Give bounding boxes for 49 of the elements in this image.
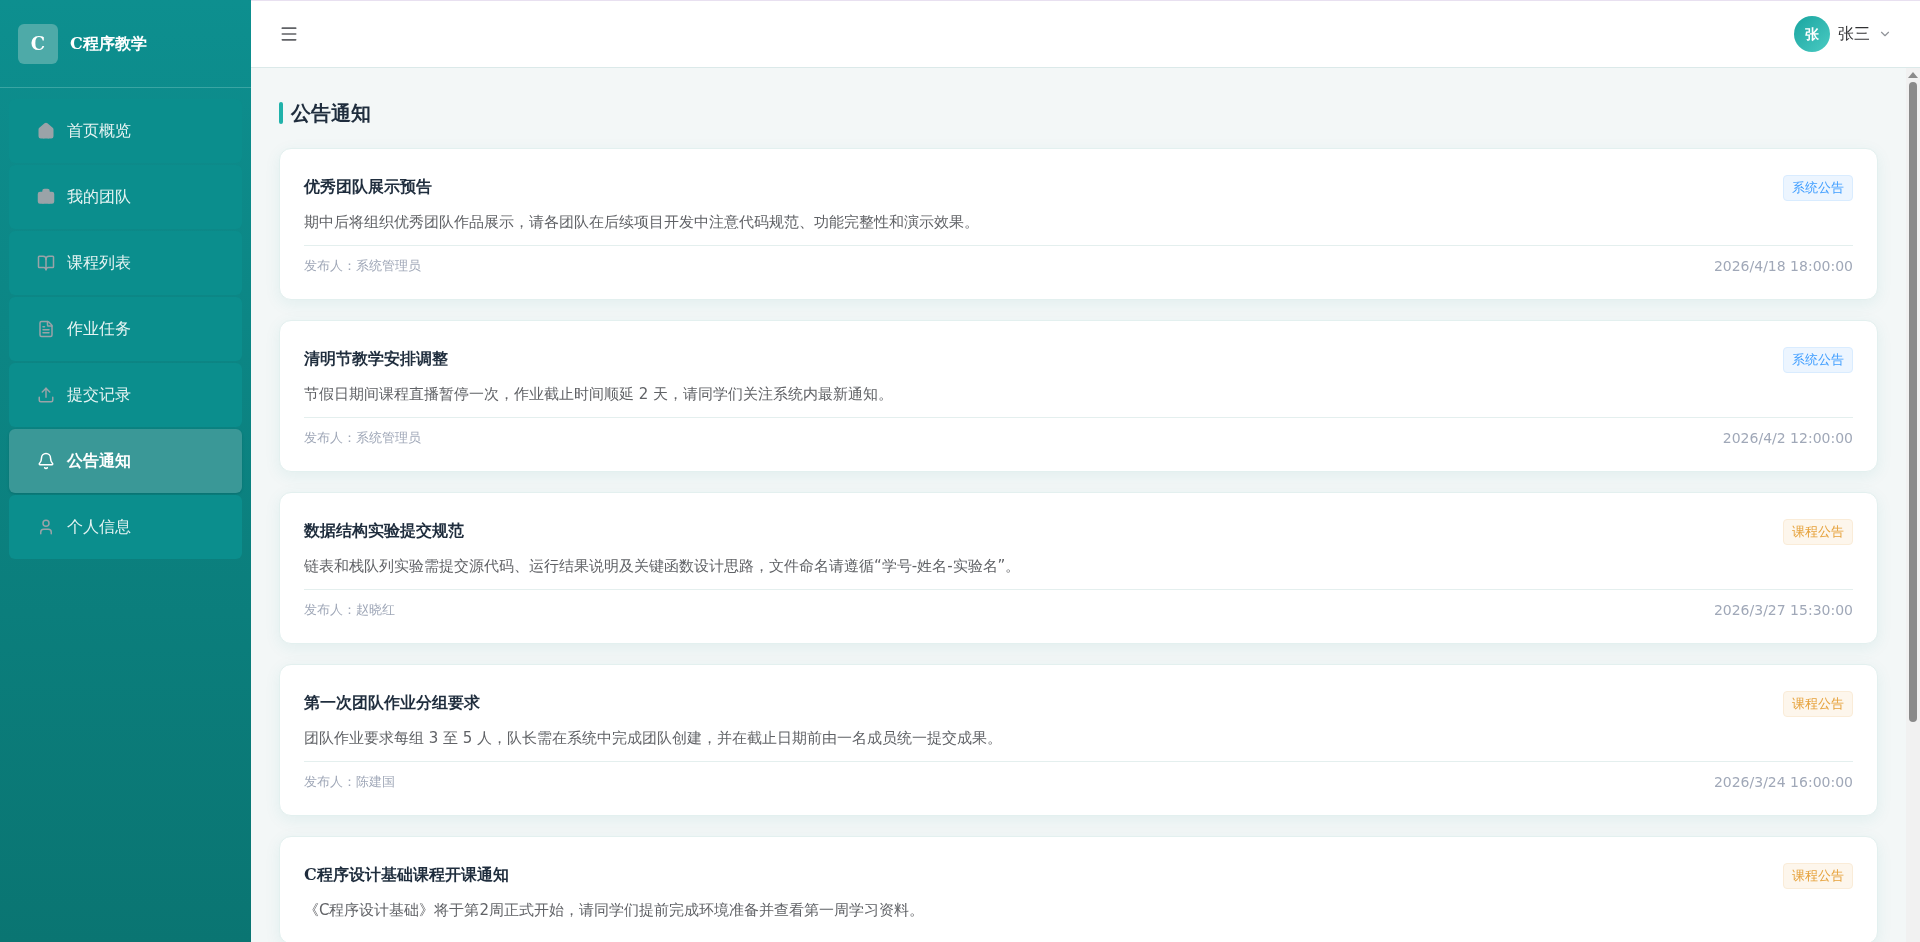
category-tag: 课程公告 (1783, 519, 1853, 545)
scrollbar[interactable] (1906, 68, 1920, 942)
app-name: C程序教学 (70, 32, 147, 55)
briefcase-icon (37, 188, 55, 206)
logo-badge: C (18, 23, 58, 64)
notice-card[interactable]: 数据结构实验提交规范 课程公告 链表和栈队列实验需提交源代码、运行结果说明及关键函数设计思路，文件命名请遵循“学号-姓名-实验名”。 发布人：赵晓红 2026/3/27 15:30:00 (279, 492, 1878, 644)
menu-icon[interactable] (279, 24, 299, 44)
book-icon (37, 254, 55, 272)
publisher-label: 发布人：赵晓红 (304, 601, 395, 619)
sidebar-item[interactable]: 公告通知 (9, 429, 242, 493)
upload-icon (37, 386, 55, 404)
notice-body: 链表和栈队列实验需提交源代码、运行结果说明及关键函数设计思路，文件命名请遵循“学号-姓名-实验名”。 (304, 555, 1022, 577)
category-tag: 系统公告 (1783, 347, 1853, 373)
notice-body: 《C程序设计基础》将于第2周正式开始，请同学们提前完成环境准备并查看第一周学习资料。 (304, 899, 926, 921)
sidebar-item[interactable]: 个人信息 (9, 495, 242, 559)
person-icon (37, 518, 55, 536)
notice-title: 数据结构实验提交规范 (304, 520, 464, 542)
page-title: 公告通知 (291, 100, 371, 127)
publisher-label: 发布人：系统管理员 (304, 429, 421, 447)
notice-body: 节假日期间课程直播暂停一次，作业截止时间顺延 2 天，请同学们关注系统内最新通知。 (304, 383, 895, 405)
publisher-label: 发布人：陈建国 (304, 773, 395, 791)
notice-card[interactable]: 第一次团队作业分组要求 课程公告 团队作业要求每组 3 至 5 人，队长需在系统中完成团队创建，并在截止日期前由一名成员统一提交成果。 发布人：陈建国 2026/3/24 16:00:00 (279, 664, 1878, 816)
document-icon (37, 320, 55, 338)
publisher-label: 发布人：系统管理员 (304, 257, 421, 275)
notice-card[interactable]: 优秀团队展示预告 系统公告 期中后将组织优秀团队作品展示，请各团队在后续项目开发中注意代码规范、功能完整性和演示效果。 发布人：系统管理员 2026/4/18 18:00:00 (279, 148, 1878, 300)
notice-body: 团队作业要求每组 3 至 5 人，队长需在系统中完成团队创建，并在截止日期前由一名成员统一提交成果。 (304, 727, 1004, 749)
notice-title: C程序设计基础课程开课通知 (304, 864, 509, 886)
publish-time: 2026/3/27 15:30:00 (1713, 601, 1853, 620)
sidebar-item[interactable]: 我的团队 (9, 165, 242, 229)
publish-time: 2026/4/2 12:00:00 (1722, 429, 1853, 448)
user-name[interactable]: 张三 (1838, 22, 1870, 46)
publish-time: 2026/3/24 16:00:00 (1713, 773, 1853, 792)
category-tag: 系统公告 (1783, 175, 1853, 201)
notice-title: 第一次团队作业分组要求 (304, 692, 480, 714)
notice-card[interactable]: C程序设计基础课程开课通知 课程公告 《C程序设计基础》将于第2周正式开始，请同学们提前完成环境准备并查看第一周学习资料。 (279, 836, 1878, 942)
notice-title: 优秀团队展示预告 (304, 176, 432, 198)
notice-title: 清明节教学安排调整 (304, 348, 448, 370)
category-tag: 课程公告 (1783, 691, 1853, 717)
home-icon (37, 122, 55, 140)
scroll-up-arrow-icon[interactable] (1908, 72, 1918, 78)
publish-time: 2026/4/18 18:00:00 (1713, 257, 1853, 276)
notice-card[interactable]: 清明节教学安排调整 系统公告 节假日期间课程直播暂停一次，作业截止时间顺延 2 天，请同学们关注系统内最新通知。 发布人：系统管理员 2026/4/2 12:00:00 (279, 320, 1878, 472)
category-tag: 课程公告 (1783, 863, 1853, 889)
sidebar-item[interactable]: 作业任务 (9, 297, 242, 361)
user-avatar[interactable]: 张 (1794, 16, 1830, 52)
sidebar-item[interactable]: 课程列表 (9, 231, 242, 295)
notice-body: 期中后将组织优秀团队作品展示，请各团队在后续项目开发中注意代码规范、功能完整性和演示效果。 (304, 211, 980, 233)
sidebar-item[interactable]: 提交记录 (9, 363, 242, 427)
bell-icon (37, 452, 55, 470)
